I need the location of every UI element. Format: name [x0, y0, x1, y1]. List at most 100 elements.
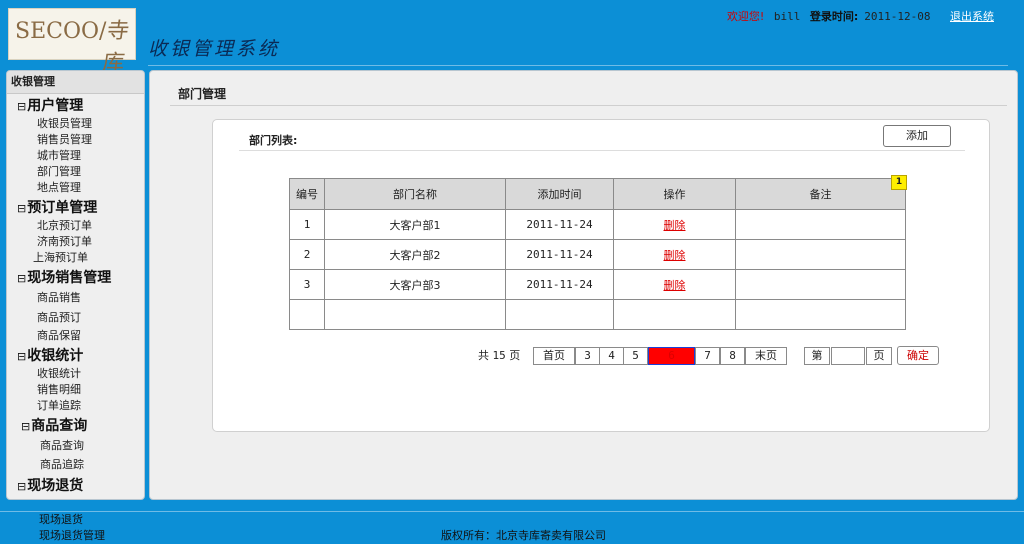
sidebar: 收银管理 ⊟用户管理 收银员管理 销售员管理 城市管理 部门管理 地点管理 ⊟预…: [6, 70, 145, 500]
department-table: 编号 部门名称 添加时间 操作 备注 1 大客户部1 2011-11-24 删除…: [289, 178, 906, 330]
collapse-icon[interactable]: ⊟: [17, 202, 26, 215]
col-header-date: 添加时间: [505, 178, 614, 210]
login-time-label: 登录时间:: [809, 10, 859, 23]
col-header-id: 编号: [289, 178, 325, 210]
sidebar-item-location[interactable]: 地点管理: [7, 180, 144, 196]
add-button[interactable]: 添加: [883, 125, 951, 147]
header-divider: [148, 65, 1008, 66]
department-list-label: 部门列表:: [249, 134, 298, 147]
app-title: 收银管理系统: [148, 38, 281, 60]
cell-date: 2011-11-24: [505, 239, 614, 270]
cell-empty: [324, 299, 506, 330]
cell-empty: [735, 299, 906, 330]
table-row: 3 大客户部3 2011-11-24 删除: [289, 269, 906, 300]
col-header-name: 部门名称: [324, 178, 506, 210]
sidebar-item-shanghai-order[interactable]: 上海预订单: [7, 250, 144, 266]
current-page-button[interactable]: 6: [648, 347, 695, 365]
cell-date: 2011-11-24: [505, 209, 614, 240]
table-row-empty: [289, 299, 906, 330]
sidebar-item-order-track[interactable]: 订单追踪: [7, 398, 144, 414]
table-row: 2 大客户部2 2011-11-24 删除: [289, 239, 906, 270]
col-header-note: 备注: [735, 178, 906, 210]
sidebar-group-title[interactable]: ⊟现场退货: [7, 477, 144, 496]
sidebar-group-title[interactable]: ⊟现场销售管理: [7, 269, 144, 288]
collapse-icon[interactable]: ⊟: [17, 480, 26, 493]
cell-id: 3: [289, 269, 325, 300]
sidebar-group-title[interactable]: ⊟预订单管理: [7, 199, 144, 218]
main-panel: 部门管理 部门列表: 添加 编号 部门名称 添加时间 操作 备注 1 大客户部1…: [149, 70, 1018, 500]
sidebar-item-product-sale[interactable]: 商品销售: [7, 288, 144, 308]
sidebar-item-salesperson[interactable]: 销售员管理: [7, 132, 144, 148]
title-divider: [170, 105, 1007, 106]
sidebar-item-department[interactable]: 部门管理: [7, 164, 144, 180]
cell-id: 2: [289, 239, 325, 270]
cell-action: 删除: [613, 269, 736, 300]
sidebar-item-cash-stats[interactable]: 收银统计: [7, 366, 144, 382]
delete-link[interactable]: 删除: [664, 249, 686, 262]
cell-note: [735, 239, 906, 270]
sidebar-item-product-track[interactable]: 商品追踪: [7, 455, 144, 474]
login-time: 2011-12-08: [864, 10, 931, 23]
sidebar-item-beijing-order[interactable]: 北京预订单: [7, 218, 144, 234]
cell-empty: [289, 299, 325, 330]
collapse-icon[interactable]: ⊟: [21, 420, 30, 433]
page-button[interactable]: 8: [720, 347, 745, 365]
goto-page-input[interactable]: [831, 347, 865, 365]
logo-text: SECOO/: [15, 19, 107, 44]
sidebar-group-product-query: ⊟商品查询 商品查询 商品追踪: [7, 417, 144, 474]
page-button[interactable]: 4: [599, 347, 624, 365]
page-button[interactable]: 3: [575, 347, 600, 365]
delete-link[interactable]: 删除: [664, 279, 686, 292]
sidebar-group-onsite-sales: ⊟现场销售管理 商品销售 商品预订 商品保留: [7, 269, 144, 344]
collapse-icon[interactable]: ⊟: [17, 272, 26, 285]
cell-action: 删除: [613, 239, 736, 270]
sidebar-item-city[interactable]: 城市管理: [7, 148, 144, 164]
logo: SECOO/ 寺库: [8, 8, 136, 76]
card-divider: [239, 150, 965, 151]
cell-id: 1: [289, 209, 325, 240]
department-card: 部门列表: 添加 编号 部门名称 添加时间 操作 备注 1 大客户部1 2011…: [212, 119, 990, 432]
goto-suffix: 页: [866, 347, 892, 365]
note-badge: 1: [891, 175, 907, 190]
cell-name: 大客户部3: [324, 269, 506, 300]
sidebar-group-title[interactable]: ⊟商品查询: [7, 417, 144, 436]
cell-name: 大客户部2: [324, 239, 506, 270]
sidebar-item-jinan-order[interactable]: 济南预订单: [7, 234, 144, 250]
sidebar-group-stats: ⊟收银统计 收银统计 销售明细 订单追踪: [7, 347, 144, 414]
last-page-button[interactable]: 末页: [745, 347, 787, 365]
confirm-button[interactable]: 确定: [897, 346, 939, 365]
sidebar-item-onsite-return[interactable]: 现场退货: [39, 512, 105, 528]
sidebar-group-title[interactable]: ⊟收银统计: [7, 347, 144, 366]
page-button[interactable]: 7: [695, 347, 720, 365]
sidebar-item-product-query[interactable]: 商品查询: [7, 436, 144, 455]
cell-date: 2011-11-24: [505, 269, 614, 300]
cell-empty: [505, 299, 614, 330]
sidebar-item-product-reserve[interactable]: 商品预订: [7, 308, 144, 328]
sidebar-group-return: ⊟现场退货: [7, 477, 144, 496]
sidebar-item-cashier[interactable]: 收银员管理: [7, 116, 144, 132]
sidebar-title: 收银管理: [7, 71, 144, 94]
delete-link[interactable]: 删除: [664, 219, 686, 232]
sidebar-group-preorder: ⊟预订单管理 北京预订单 济南预订单 上海预订单: [7, 199, 144, 266]
collapse-icon[interactable]: ⊟: [17, 100, 26, 113]
sidebar-item-product-hold[interactable]: 商品保留: [7, 328, 144, 344]
page-button[interactable]: 5: [623, 347, 648, 365]
header-user-info: 欢迎您! bill 登录时间: 2011-12-08 退出系统: [721, 8, 994, 24]
footer-divider: [0, 511, 1024, 512]
first-page-button[interactable]: 首页: [533, 347, 575, 365]
sidebar-overflow: 现场退货 现场退货管理: [39, 512, 105, 544]
page-title: 部门管理: [178, 87, 227, 101]
logout-link[interactable]: 退出系统: [950, 10, 994, 23]
cell-name: 大客户部1: [324, 209, 506, 240]
table-row: 1 大客户部1 2011-11-24 删除: [289, 209, 906, 240]
username: bill: [773, 10, 801, 23]
col-header-action: 操作: [613, 178, 736, 210]
collapse-icon[interactable]: ⊟: [17, 350, 26, 363]
cell-note: [735, 269, 906, 300]
footer-copyright: 版权所有：北京寺库寄卖有限公司: [441, 529, 606, 542]
sidebar-group-title[interactable]: ⊟用户管理: [7, 97, 144, 116]
pager-total: 共 15 页: [478, 349, 521, 362]
sidebar-item-sales-detail[interactable]: 销售明细: [7, 382, 144, 398]
cell-empty: [613, 299, 736, 330]
cell-note: [735, 209, 906, 240]
